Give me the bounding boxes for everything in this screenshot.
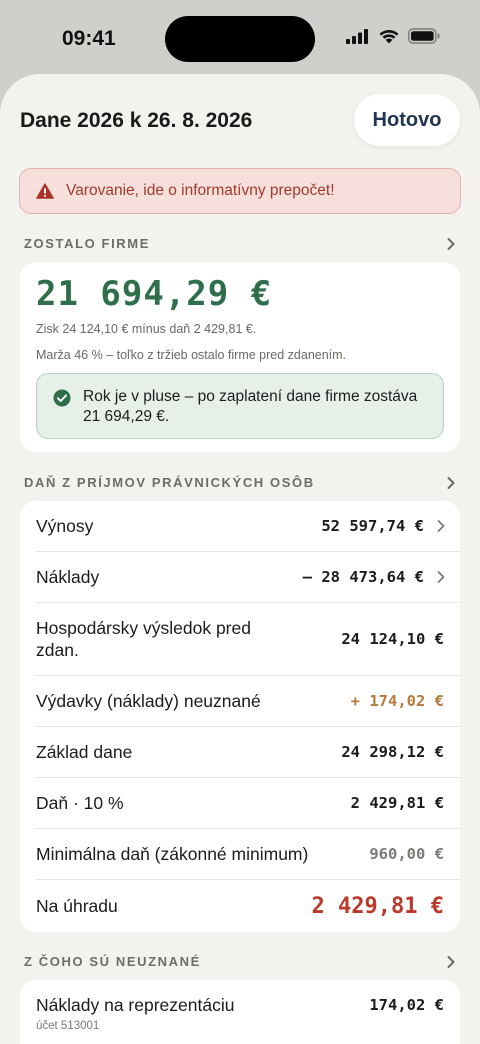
check-circle-icon — [53, 389, 71, 407]
remaining-card: 21 694,29 € Zisk 24 124,10 € mínus daň 2… — [20, 262, 460, 452]
warning-text: Varovanie, ide o informatívny prepočet! — [66, 182, 335, 199]
row-label: Hospodársky výsledok pred zdan. — [36, 618, 251, 660]
row-costs[interactable]: Náklady – 28 473,64 € — [20, 552, 460, 602]
warning-icon — [36, 183, 54, 199]
row-amount-due: Na úhradu 2 429,81 € — [20, 880, 460, 932]
row-value: – 28 473,64 € — [302, 568, 424, 586]
row-label: Minimálna daň (zákonné minimum) — [36, 844, 309, 864]
chevron-right-icon — [447, 237, 455, 250]
row-value: 24 124,10 € — [341, 630, 444, 648]
row-tax-base: Základ dane 24 298,12 € — [20, 727, 460, 777]
list-item: Náklady na reprezentáciu účet 513001 — [36, 994, 234, 1032]
section-label: DAŇ Z PRÍJMOV PRÁVNICKÝCH OSÔB — [24, 475, 315, 490]
row-label: Základ dane — [36, 742, 133, 762]
remaining-amount: 21 694,29 € — [36, 274, 273, 314]
section-remaining-header[interactable]: ZOSTALO FIRME — [24, 236, 456, 251]
section-label: Z ČOHO SÚ NEUZNANÉ — [24, 954, 201, 969]
done-button[interactable]: Hotovo — [354, 94, 460, 146]
row-label: Na úhradu — [36, 896, 118, 916]
warning-banner: Varovanie, ide o informatívny prepočet! — [19, 168, 461, 214]
chevron-right-icon — [437, 520, 445, 532]
tax-sheet: Dane 2026 k 26. 8. 2026 Hotovo Varovanie… — [0, 74, 480, 1044]
row-value: 2 429,81 € — [350, 794, 444, 812]
tax-card: Výnosy 52 597,74 € Náklady – 28 473,64 €… — [20, 501, 460, 932]
dynamic-island — [165, 16, 315, 62]
unrecognized-card: Náklady na reprezentáciu účet 513001 174… — [20, 980, 460, 1044]
row-value: 52 597,74 € — [321, 517, 424, 535]
row-value: 24 298,12 € — [341, 743, 444, 761]
success-banner: Rok je v pluse – po zaplatení dane firme… — [36, 373, 444, 439]
section-tax-header[interactable]: DAŇ Z PRÍJMOV PRÁVNICKÝCH OSÔB — [24, 475, 456, 490]
chevron-right-icon — [447, 476, 455, 489]
cellular-signal-icon — [346, 29, 368, 44]
chevron-right-icon — [447, 955, 455, 968]
row-tax: Daň · 10 % 2 429,81 € — [20, 778, 460, 828]
row-value: 960,00 € — [369, 845, 444, 863]
row-unrecognized-costs: Výdavky (náklady) neuznané + 174,02 € — [20, 676, 460, 726]
chevron-right-icon — [437, 571, 445, 583]
profit-line: Zisk 24 124,10 € mínus daň 2 429,81 €. — [36, 322, 257, 336]
margin-line: Marža 46 % – toľko z tržieb ostalo firme… — [36, 348, 347, 362]
row-value: + 174,02 € — [350, 692, 444, 710]
battery-icon — [408, 28, 440, 44]
amount-due-value: 2 429,81 € — [311, 893, 444, 919]
wifi-icon — [379, 29, 399, 44]
status-bar: 09:41 — [0, 0, 480, 76]
row-label: Výnosy — [36, 516, 94, 536]
row-revenue[interactable]: Výnosy 52 597,74 € — [20, 501, 460, 551]
row-minimum-tax: Minimálna daň (zákonné minimum) 960,00 € — [20, 829, 460, 879]
item-label: Náklady na reprezentáciu — [36, 995, 235, 1015]
section-unrecognized-header[interactable]: Z ČOHO SÚ NEUZNANÉ — [24, 954, 456, 969]
row-pretax-result: Hospodársky výsledok pred zdan. 24 124,1… — [20, 603, 460, 675]
status-icons — [346, 28, 440, 44]
page-title: Dane 2026 k 26. 8. 2026 — [20, 109, 253, 132]
row-label: Výdavky (náklady) neuznané — [36, 691, 261, 711]
success-text: Rok je v pluse – po zaplatení dane firme… — [83, 388, 418, 425]
row-label: Daň · 10 % — [36, 793, 124, 813]
item-value: 174,02 € — [369, 996, 444, 1014]
row-label: Náklady — [36, 567, 100, 587]
item-account: účet 513001 — [36, 1020, 100, 1032]
status-time: 09:41 — [62, 27, 116, 50]
section-label: ZOSTALO FIRME — [24, 236, 150, 251]
